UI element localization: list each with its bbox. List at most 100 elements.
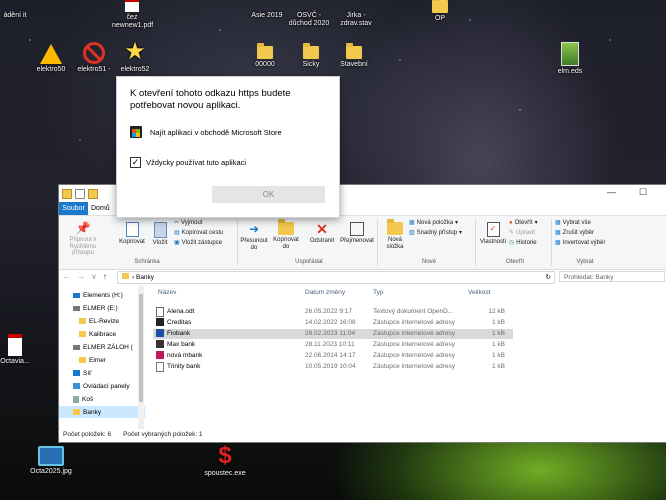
nav-item-el-revize[interactable]: EL-Revize xyxy=(59,315,145,327)
recent-dropdown-icon[interactable]: ∨ xyxy=(91,272,97,281)
minimize-button[interactable]: — xyxy=(607,187,616,197)
nav-item-elmer-folder[interactable]: Elmer xyxy=(59,354,145,366)
search-input[interactable]: Prohledat: Banky xyxy=(559,271,665,282)
properties-icon[interactable] xyxy=(75,189,85,199)
select-none-button[interactable]: ▦ Zrušit výběr xyxy=(555,229,594,237)
ok-button[interactable]: OK xyxy=(212,186,325,203)
warning-icon xyxy=(40,44,62,64)
scrollbar-thumb[interactable] xyxy=(139,294,143,402)
desktop-icon-jirka[interactable]: Jirka - zdrav.stav xyxy=(336,12,376,28)
desktop-icon-elm-eds[interactable]: elm.eds xyxy=(552,42,588,76)
group-open: Otevřít xyxy=(505,259,524,265)
pdf-icon xyxy=(125,0,139,12)
desktop-icon-adeni[interactable]: ádění it xyxy=(0,12,30,20)
new-folder-button[interactable]: Nová složka xyxy=(381,219,409,250)
quick-access-toolbar xyxy=(62,189,98,199)
file-row[interactable]: Max bank 28.11.2023 10:11 Zástupce inter… xyxy=(153,340,513,350)
edit-button[interactable]: ✎ Upravit xyxy=(509,229,535,237)
desktop-icon-spoustec-exe[interactable]: $ spoustec.exe xyxy=(200,444,250,478)
move-to-button[interactable]: ➜ Přesunout do xyxy=(239,222,269,251)
pin-quick-access-button[interactable]: 📌 Připnout k Rychlému přístupu xyxy=(61,222,105,257)
breadcrumb[interactable]: Banky xyxy=(136,274,154,281)
desktop-icon-osvc[interactable]: OSVČ - důchod 2020 xyxy=(286,12,332,28)
paste-icon xyxy=(153,222,167,238)
invert-selection-button[interactable]: ▦ Invertovat výběr xyxy=(555,239,605,247)
path-input[interactable]: › Banky ↻ xyxy=(117,271,555,284)
desktop-icon-elektro50[interactable]: elektro50 xyxy=(30,44,72,74)
delete-button[interactable]: ✕ Odstranit xyxy=(307,222,337,245)
folder-icon xyxy=(346,43,362,59)
delete-icon: ✕ xyxy=(316,221,328,237)
column-date[interactable]: Datum změny xyxy=(305,289,345,296)
desktop-icon-octavia-pdf[interactable]: Octavia... xyxy=(0,334,30,366)
properties-button[interactable]: ✓ Vlastnosti xyxy=(477,222,509,246)
new-item-button[interactable]: ▦ Nová položka ▾ xyxy=(409,219,458,227)
nav-item-elements[interactable]: Elements (H:) xyxy=(59,289,145,301)
group-clipboard: Schránka xyxy=(134,259,160,265)
file-row[interactable]: nová mbank 22.06.2014 14:17 Zástupce int… xyxy=(153,351,513,361)
drive-icon xyxy=(73,305,80,311)
desktop-icon-folder-sicky[interactable]: Sicky xyxy=(296,43,326,69)
tab-home[interactable]: Domů xyxy=(91,202,110,215)
microsoft-store-option[interactable]: Najít aplikaci v obchodě Microsoft Store xyxy=(130,126,282,138)
nav-item-kalibrace[interactable]: Kalibrace xyxy=(59,328,145,340)
copy-button[interactable]: Kopírovat xyxy=(117,222,147,246)
drive-icon xyxy=(73,292,80,298)
nav-item-control-panel[interactable]: Ovládací panely xyxy=(59,380,145,392)
file-row[interactable]: Fiobank 28.02.2023 11:04 Zástupce intern… xyxy=(153,329,513,339)
open-button[interactable]: ● Otevřít ▾ xyxy=(509,219,538,227)
forward-arrow-icon[interactable]: → xyxy=(77,272,85,281)
column-name[interactable]: Název xyxy=(158,289,176,296)
folder-icon xyxy=(257,43,273,59)
new-folder-icon[interactable] xyxy=(88,189,98,199)
copy-to-button[interactable]: Kopírovat do xyxy=(271,219,301,250)
column-type[interactable]: Typ xyxy=(373,289,383,296)
copy-to-icon xyxy=(278,219,294,235)
select-none-icon: ▦ xyxy=(555,230,561,236)
nav-scrollbar[interactable] xyxy=(138,286,144,429)
new-folder-icon xyxy=(387,219,403,235)
column-size[interactable]: Velikost xyxy=(468,289,490,296)
nav-item-recycle-bin[interactable]: Koš xyxy=(59,393,145,405)
file-row[interactable]: Creditas 14.02.2022 16:08 Zástupce inter… xyxy=(153,318,513,328)
pin-icon: 📌 xyxy=(75,221,91,235)
nav-item-elmer-zaloha[interactable]: ELMER ZÁLOH ( xyxy=(59,341,145,353)
maximize-button[interactable]: ☐ xyxy=(639,187,647,198)
paste-button[interactable]: Vložit xyxy=(149,222,171,247)
desktop-icon-elektro52[interactable]: ★ elektro52 xyxy=(114,40,156,74)
desktop-icon-folder-stavebni[interactable]: Stavební xyxy=(336,43,372,69)
nav-item-banky[interactable]: Banky xyxy=(59,406,145,418)
nav-item-network[interactable]: Síť xyxy=(59,367,145,379)
desktop-icon-newnew1-pdf[interactable]: čez newnew1.pdf xyxy=(112,0,153,30)
up-arrow-icon[interactable]: ↑ xyxy=(103,272,107,281)
navigation-pane: Elements (H:) ELMER (E:) EL-Revize Kalib… xyxy=(59,286,145,429)
drive-icon xyxy=(73,344,80,350)
file-row[interactable]: Trinity bank 10.05.2019 10:04 Zástupce i… xyxy=(153,362,513,372)
column-headers: Název Datum změny Typ Velikost xyxy=(154,289,514,300)
refresh-icon[interactable]: ↻ xyxy=(546,272,551,283)
rename-button[interactable]: Přejmenovat xyxy=(339,222,375,245)
desktop-icon-folder-00000[interactable]: 00000 xyxy=(250,43,280,69)
desktop-icon-op[interactable]: OP xyxy=(428,0,452,23)
cut-button[interactable]: ✂ Vyjmout xyxy=(174,219,202,227)
paste-shortcut-button[interactable]: ▣ Vložit zástupce xyxy=(174,239,222,247)
select-all-button[interactable]: ▦ Vybrat vše xyxy=(555,219,591,227)
desktop-icon-asie-2019[interactable]: Asie 2019 xyxy=(250,12,284,20)
desktop-icon-elektro51[interactable]: elektro51 - xyxy=(74,42,114,74)
folder-icon xyxy=(73,409,80,415)
copy-icon xyxy=(125,222,139,237)
copy-path-button[interactable]: ▤ Kopírovat cestu xyxy=(174,229,223,237)
tab-file[interactable]: Soubor xyxy=(59,202,88,215)
folder-icon[interactable] xyxy=(62,189,72,199)
nav-item-elmer[interactable]: ELMER (E:) xyxy=(59,302,145,314)
history-button[interactable]: ◷ Historie xyxy=(509,239,537,247)
easy-access-icon: ▧ xyxy=(409,230,415,236)
file-row[interactable]: Alena.odt 26.05.2022 9:17 Textový dokume… xyxy=(153,307,513,317)
address-bar: ← → ∨ ↑ › Banky ↻ Prohledat: Banky xyxy=(59,270,666,284)
checkmark-icon[interactable]: ✓ xyxy=(130,157,141,168)
recycle-bin-icon xyxy=(73,395,79,403)
desktop-icon-octa2025-jpg[interactable]: Octa2025.jpg xyxy=(26,446,76,476)
always-use-checkbox[interactable]: ✓ Vždycky používat tuto aplikaci xyxy=(130,157,246,168)
easy-access-button[interactable]: ▧ Snadný přístup ▾ xyxy=(409,229,462,237)
back-arrow-icon[interactable]: ← xyxy=(63,272,71,281)
